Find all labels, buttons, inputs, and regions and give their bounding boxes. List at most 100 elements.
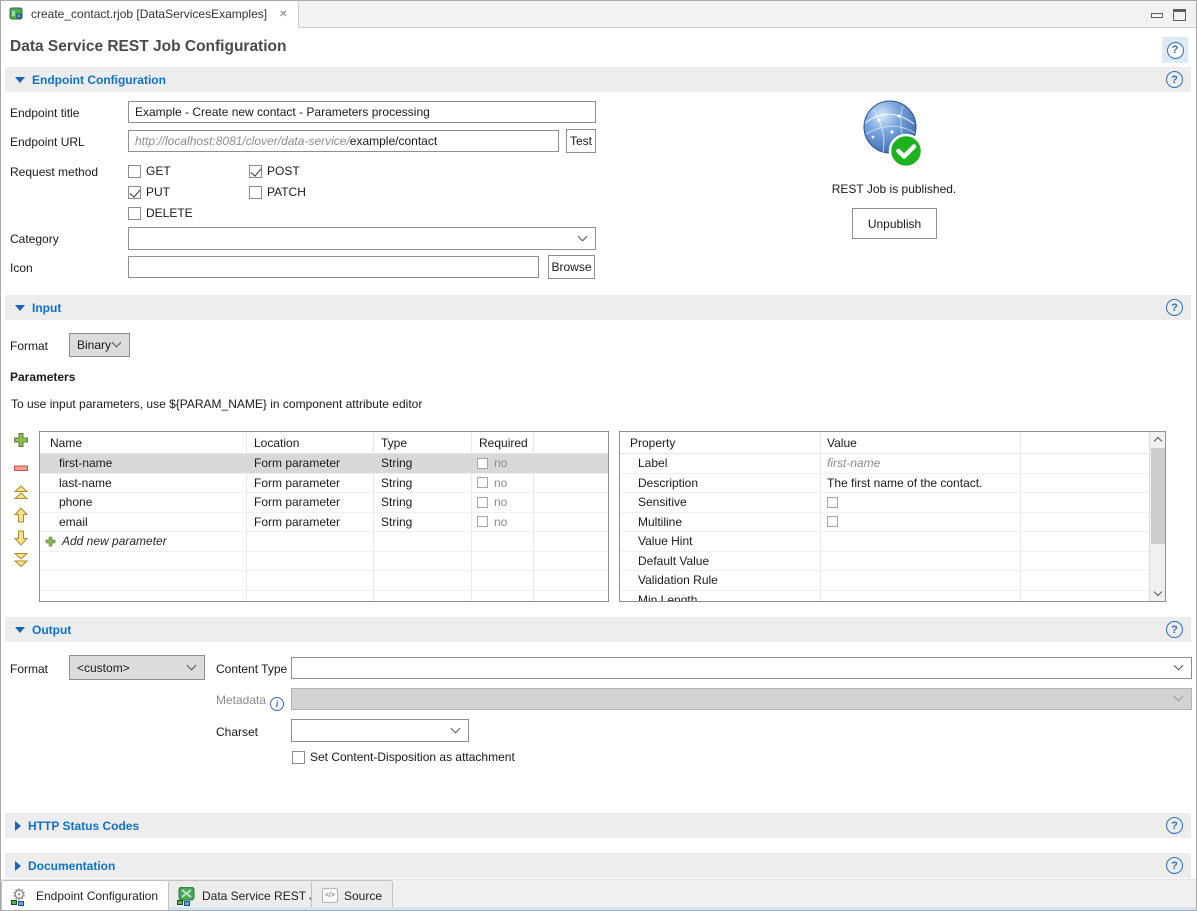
published-check-badge	[890, 135, 922, 167]
help-icon[interactable]: ?	[1166, 299, 1183, 316]
tab-endpoint-configuration[interactable]: ⚙ Endpoint Configuration	[1, 880, 169, 910]
sensitive-checkbox[interactable]	[827, 497, 838, 508]
checkbox	[128, 165, 141, 178]
info-icon[interactable]: i	[270, 697, 284, 711]
table-row-first-name[interactable]: first-name Form parameter String no	[40, 454, 608, 474]
parameters-table-header: Name Location Type Required	[40, 432, 608, 454]
window-bottom-accent	[1, 907, 1196, 910]
required-checkbox[interactable]	[477, 477, 488, 488]
section-label: Endpoint Configuration	[32, 73, 166, 87]
rest-job-configuration-window: create_contact.rjob [DataServicesExample…	[0, 0, 1197, 911]
table-row-phone[interactable]: phone Form parameter String no	[40, 493, 608, 513]
collapse-arrow-icon	[15, 627, 25, 633]
editor-tab-create-contact[interactable]: create_contact.rjob [DataServicesExample…	[1, 1, 299, 28]
category-select[interactable]	[128, 227, 596, 250]
output-format-select[interactable]: <custom>	[69, 655, 205, 680]
charset-combo[interactable]	[291, 719, 469, 742]
table-row-last-name[interactable]: last-name Form parameter String no	[40, 474, 608, 494]
section-label: Documentation	[28, 859, 115, 873]
browse-button[interactable]: Browse	[548, 255, 595, 279]
chevron-down-icon	[1174, 692, 1184, 702]
chevron-down-icon	[578, 231, 588, 241]
scrollbar-thumb[interactable]	[1151, 448, 1165, 544]
chevron-down-icon	[187, 660, 197, 670]
chevron-down-icon	[451, 723, 461, 733]
unpublish-button[interactable]: Unpublish	[852, 208, 937, 239]
property-row-multiline[interactable]: Multiline	[620, 513, 1149, 533]
scroll-down-icon[interactable]	[1150, 586, 1166, 601]
content-disposition-checkbox-row[interactable]: Set Content-Disposition as attachment	[292, 750, 515, 764]
property-row-default-value[interactable]: Default Value	[620, 552, 1149, 572]
required-checkbox[interactable]	[477, 516, 488, 527]
property-row-validation-rule[interactable]: Validation Rule	[620, 571, 1149, 591]
scroll-up-icon[interactable]	[1150, 432, 1166, 447]
endpoint-title-input[interactable]: Example - Create new contact - Parameter…	[128, 101, 596, 123]
move-up-icon[interactable]	[13, 507, 29, 523]
editor-tabstrip: create_contact.rjob [DataServicesExample…	[1, 1, 1196, 28]
collapse-arrow-icon	[15, 305, 25, 311]
publish-status-text: REST Job is published.	[791, 182, 997, 196]
gear-icon: ⚙	[12, 887, 30, 905]
section-header-endpoint-configuration[interactable]: Endpoint Configuration ?	[5, 67, 1191, 92]
remove-parameter-icon[interactable]	[13, 460, 29, 476]
category-label: Category	[10, 232, 59, 246]
property-row-description[interactable]: Description The first name of the contac…	[620, 474, 1149, 494]
input-format-label: Format	[10, 339, 48, 353]
property-row-value-hint[interactable]: Value Hint	[620, 532, 1149, 552]
method-patch[interactable]: PATCH	[249, 185, 306, 199]
add-new-parameter-row[interactable]: Add new parameter	[40, 532, 608, 552]
close-icon[interactable]: ✕	[279, 9, 287, 20]
endpoint-title-label: Endpoint title	[10, 106, 79, 120]
move-top-icon[interactable]	[13, 485, 29, 501]
source-code-icon: </>	[322, 888, 338, 903]
properties-table-header: Property Value	[620, 432, 1149, 454]
property-row-label[interactable]: Label first-name	[620, 454, 1149, 474]
help-icon[interactable]: ?	[1166, 621, 1183, 638]
section-header-http-status-codes[interactable]: HTTP Status Codes ?	[5, 813, 1191, 838]
method-delete[interactable]: DELETE	[128, 206, 193, 220]
property-row-sensitive[interactable]: Sensitive	[620, 493, 1149, 513]
editor-tab-title: create_contact.rjob [DataServicesExample…	[31, 7, 267, 21]
test-button[interactable]: Test	[566, 129, 596, 153]
metadata-label: Metadatai	[216, 693, 284, 711]
help-icon[interactable]: ?	[1166, 857, 1183, 874]
page-help-button[interactable]: ?	[1162, 37, 1188, 63]
input-format-select[interactable]: Binary	[69, 333, 130, 357]
required-checkbox[interactable]	[477, 458, 488, 469]
property-row-min-length[interactable]: Min Length	[620, 591, 1149, 603]
method-get[interactable]: GET	[128, 164, 171, 178]
move-bottom-icon[interactable]	[13, 552, 29, 568]
rjob-file-icon	[9, 6, 25, 22]
move-down-icon[interactable]	[13, 530, 29, 546]
add-parameter-icon[interactable]	[13, 432, 29, 448]
table-row-email[interactable]: email Form parameter String no	[40, 513, 608, 533]
checkbox	[249, 186, 262, 199]
section-header-documentation[interactable]: Documentation ?	[5, 853, 1191, 878]
required-checkbox[interactable]	[477, 497, 488, 508]
properties-scrollbar[interactable]	[1149, 432, 1165, 601]
help-icon[interactable]: ?	[1166, 817, 1183, 834]
endpoint-url-input[interactable]: http://localhost:8081/clover/data-servic…	[128, 130, 559, 152]
section-header-input[interactable]: Input ?	[5, 295, 1191, 320]
help-icon: ?	[1167, 42, 1184, 59]
tab-source[interactable]: </> Source	[311, 880, 393, 910]
endpoint-url-prefix: http://localhost:8081/clover/data-servic…	[135, 134, 350, 148]
help-icon[interactable]: ?	[1166, 71, 1183, 88]
method-post[interactable]: POST	[249, 164, 300, 178]
endpoint-url-path: example/contact	[350, 134, 437, 148]
checkbox	[249, 165, 262, 178]
method-put[interactable]: PUT	[128, 185, 170, 199]
icon-path-input[interactable]	[128, 256, 539, 278]
chevron-down-icon	[112, 338, 122, 348]
multiline-checkbox[interactable]	[827, 516, 838, 527]
section-header-output[interactable]: Output ?	[5, 617, 1191, 642]
parameter-properties-table[interactable]: Property Value Label first-name Descript…	[619, 431, 1166, 602]
add-icon	[45, 536, 56, 547]
minimize-icon[interactable]	[1151, 13, 1163, 18]
parameters-table[interactable]: Name Location Type Required first-name F…	[39, 431, 609, 602]
expand-arrow-icon	[15, 821, 21, 831]
checkbox	[128, 186, 141, 199]
checkbox	[292, 751, 305, 764]
maximize-icon[interactable]	[1173, 9, 1186, 21]
content-type-combo[interactable]	[291, 657, 1192, 679]
